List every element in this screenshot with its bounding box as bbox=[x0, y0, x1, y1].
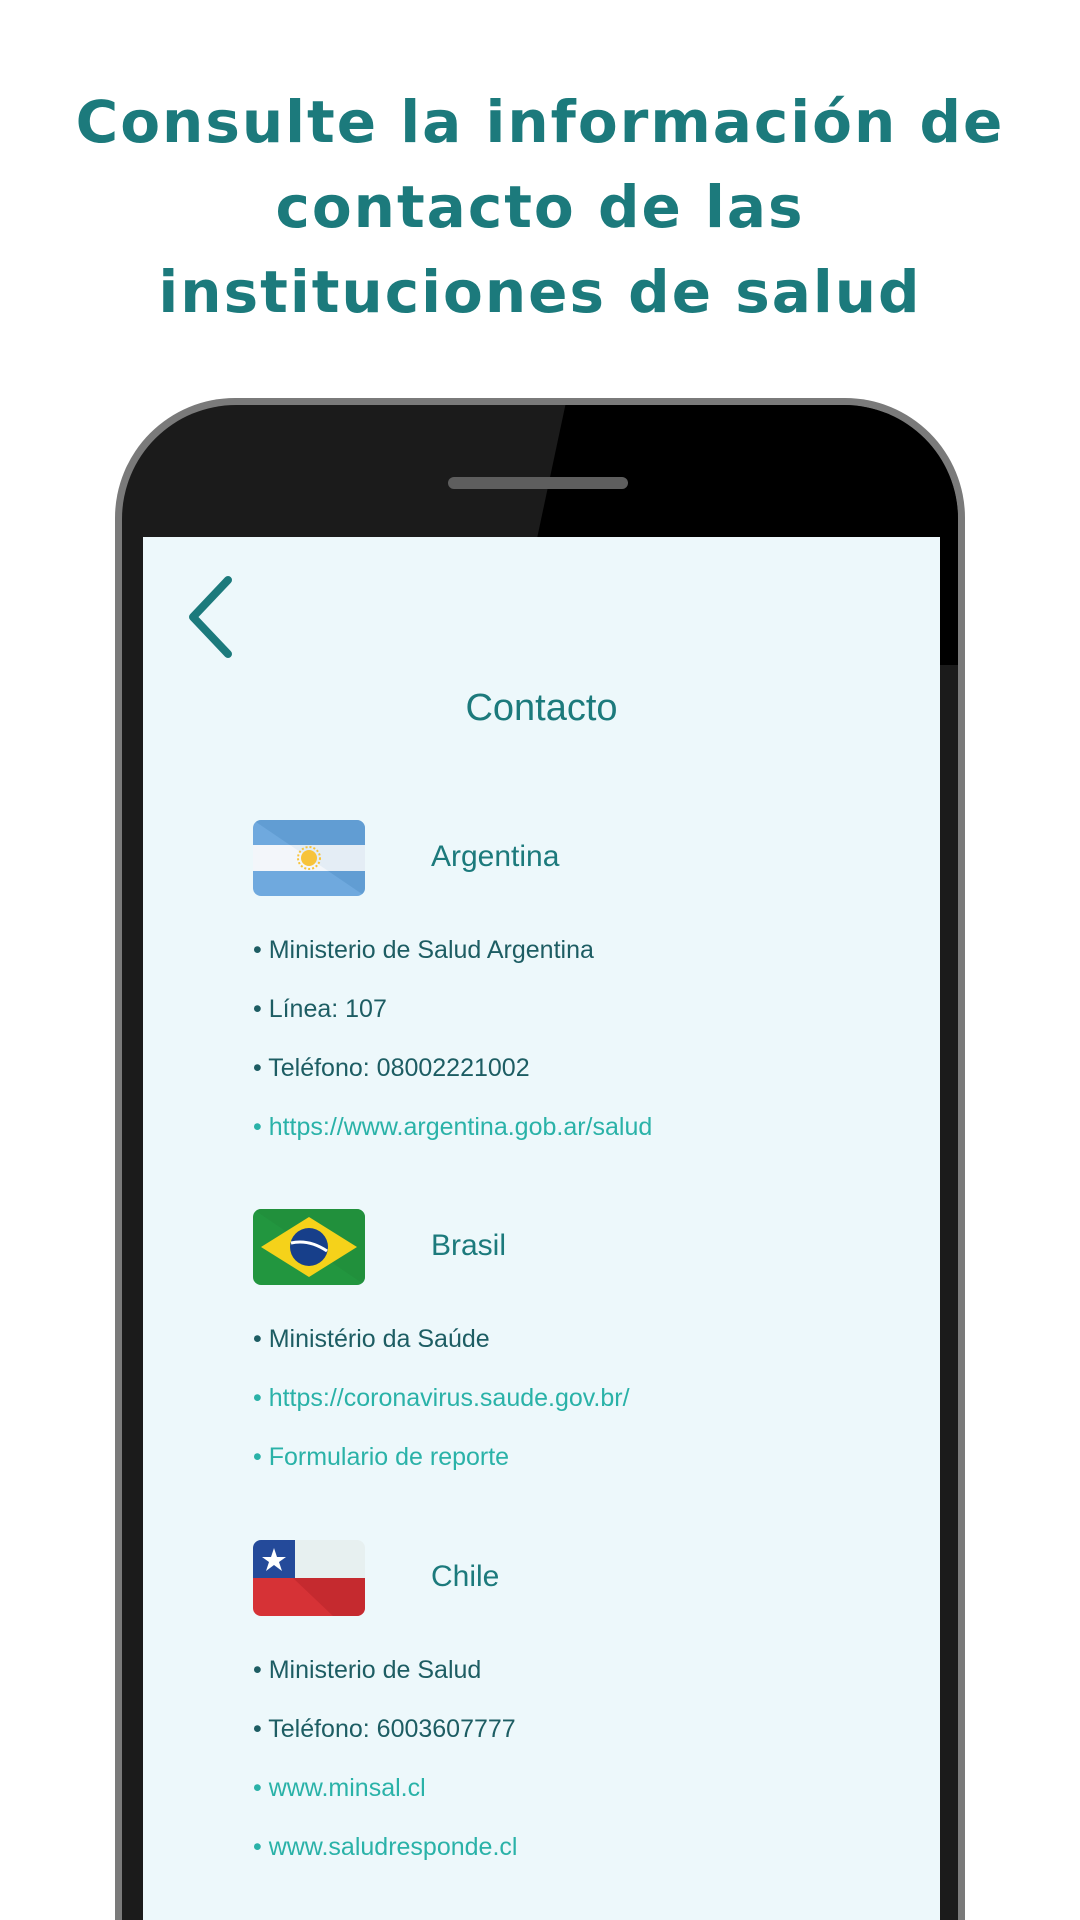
page-title: Contacto bbox=[465, 687, 618, 729]
chile-flag-icon bbox=[253, 1540, 365, 1616]
country-section-brasil: Brasil Ministério da Saúde https://coron… bbox=[253, 1209, 903, 1487]
app-screen: Contacto Argentina Ministerio de Salud A… bbox=[143, 537, 940, 1920]
phone-speaker bbox=[448, 477, 628, 489]
contact-list: Ministerio de Salud Argentina Línea: 107… bbox=[253, 921, 903, 1157]
country-name: Brasil bbox=[431, 1229, 507, 1262]
list-item: Teléfono: 6003607777 bbox=[253, 1700, 903, 1759]
argentina-flag-icon bbox=[253, 820, 365, 896]
country-name: Chile bbox=[431, 1560, 500, 1593]
headline-line-3: instituciones de salud bbox=[158, 258, 922, 326]
promo-headline: Consulte la información de contacto de l… bbox=[60, 80, 1020, 335]
list-item: Ministerio de Salud Argentina bbox=[253, 921, 903, 980]
report-form-link[interactable]: Formulario de reporte bbox=[253, 1428, 903, 1487]
back-button[interactable] bbox=[183, 572, 253, 662]
website-link[interactable]: https://www.argentina.gob.ar/salud bbox=[253, 1098, 903, 1157]
website-link[interactable]: https://coronavirus.saude.gov.br/ bbox=[253, 1369, 903, 1428]
chevron-left-icon bbox=[189, 576, 232, 658]
website-link[interactable]: www.minsal.cl bbox=[253, 1759, 903, 1818]
brazil-flag-icon bbox=[253, 1209, 365, 1285]
website-link[interactable]: www.saludresponde.cl bbox=[253, 1818, 903, 1877]
contact-list: Ministério da Saúde https://coronavirus.… bbox=[253, 1310, 903, 1487]
list-item: Línea: 107 bbox=[253, 980, 903, 1039]
country-section-chile: Chile Ministerio de Salud Teléfono: 6003… bbox=[253, 1540, 903, 1877]
list-item: Ministério da Saúde bbox=[253, 1310, 903, 1369]
country-name: Argentina bbox=[431, 840, 560, 873]
headline-line-1: Consulte la información de bbox=[75, 88, 1005, 156]
list-item: Ministerio de Salud bbox=[253, 1641, 903, 1700]
list-item: Teléfono: 08002221002 bbox=[253, 1039, 903, 1098]
country-section-argentina: Argentina Ministerio de Salud Argentina … bbox=[253, 820, 903, 1157]
contact-list: Ministerio de Salud Teléfono: 6003607777… bbox=[253, 1641, 903, 1877]
headline-line-2: contacto de las bbox=[275, 173, 805, 241]
